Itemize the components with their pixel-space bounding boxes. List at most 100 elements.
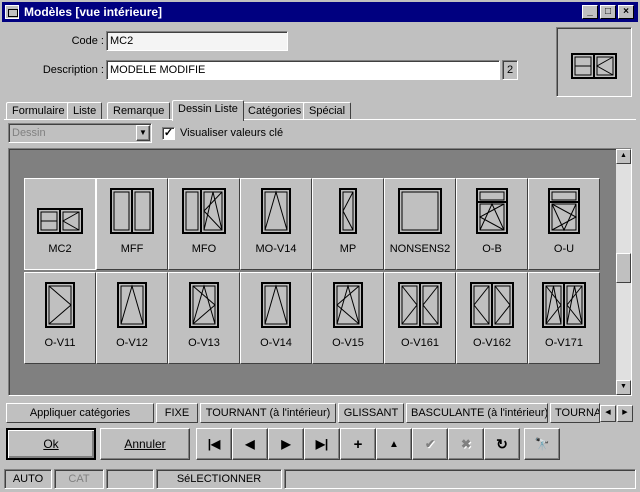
model-cell-o-b[interactable]: O-B — [456, 178, 528, 270]
scroll-down-button[interactable]: ▼ — [616, 380, 631, 395]
model-name: O-V161 — [401, 337, 439, 349]
show-key-values-checkbox[interactable]: ✓ — [162, 127, 175, 140]
delete-button[interactable]: ✖ — [448, 428, 484, 460]
category-scroll-left[interactable]: ◀ — [600, 405, 616, 422]
last-record-button[interactable]: ▶| — [304, 428, 340, 460]
tilt-turn-alt-icon — [333, 282, 363, 328]
tab-special[interactable]: Spécial — [303, 102, 352, 120]
category-basculante-interieur[interactable]: BASCULANTE (à l'intérieur) — [406, 403, 548, 423]
model-cell-o-v161[interactable]: O-V161 — [384, 272, 456, 364]
edit-record-button[interactable]: ▲ — [376, 428, 412, 460]
first-icon: |◀ — [207, 437, 221, 451]
plus-icon: + — [353, 435, 363, 453]
description-label: Description : — [42, 64, 104, 76]
tilt-single-icon — [261, 188, 291, 234]
mc2-combo-icon — [37, 208, 83, 234]
cancel-label: Annuler — [124, 437, 166, 451]
confirm-button[interactable]: ✔ — [412, 428, 448, 460]
model-name: O-V15 — [332, 337, 364, 349]
double-fixed-icon — [110, 188, 154, 234]
add-record-button[interactable]: + — [340, 428, 376, 460]
view-select-value: Dessin — [12, 127, 46, 139]
tab-remarque[interactable]: Remarque — [107, 102, 171, 120]
preview-window-icon — [571, 53, 617, 79]
status-mode: AUTO — [4, 469, 52, 489]
model-cell-o-v162[interactable]: O-V162 — [456, 272, 528, 364]
model-cell-mff[interactable]: MFF — [96, 178, 168, 270]
category-fixe[interactable]: FIXE — [156, 403, 198, 423]
tilt-up-icon — [117, 282, 147, 328]
swing-left-icon — [45, 282, 75, 328]
maximize-button[interactable]: □ — [600, 5, 616, 19]
double-swing-icon — [398, 282, 442, 328]
model-cell-o-v14[interactable]: O-V14 — [240, 272, 312, 364]
plain-fixed-icon — [398, 188, 442, 234]
model-cell-nonsens2[interactable]: NONSENS2 — [384, 178, 456, 270]
find-button[interactable]: 🔭 — [524, 428, 560, 460]
close-button[interactable]: × — [618, 5, 634, 19]
first-record-button[interactable]: |◀ — [196, 428, 232, 460]
double-tilt-turn-icon — [542, 282, 586, 328]
model-name: O-V14 — [260, 337, 292, 349]
models-window: Modèles [vue intérieure] _ □ × Code : MC… — [0, 0, 640, 492]
code-label: Code : — [71, 35, 104, 47]
scroll-up-button[interactable]: ▲ — [616, 149, 631, 164]
binoculars-icon: 🔭 — [534, 437, 550, 451]
refresh-icon: ↻ — [496, 435, 508, 452]
category-scroll-right[interactable]: ▶ — [617, 405, 633, 422]
double-swing-alt-icon — [470, 282, 514, 328]
fixed-plus-opening-icon — [182, 188, 226, 234]
last-icon: ▶| — [315, 437, 329, 451]
model-cell-mp[interactable]: MP — [312, 178, 384, 270]
show-key-values-label: Visualiser valeurs clé — [180, 127, 284, 139]
model-name: O-V171 — [545, 337, 583, 349]
code-field[interactable]: MC2 — [106, 31, 288, 51]
model-name: MFF — [120, 243, 144, 255]
bottom-hung-transom-icon — [476, 188, 508, 234]
title-bar[interactable]: Modèles [vue intérieure] _ □ × — [2, 2, 638, 22]
tilt-single-icon — [261, 282, 291, 328]
model-cell-o-v11[interactable]: O-V11 — [24, 272, 96, 364]
model-cell-o-v12[interactable]: O-V12 — [96, 272, 168, 364]
tab-dessin-liste[interactable]: Dessin Liste — [172, 100, 244, 121]
tilt-turn-icon — [189, 282, 219, 328]
ok-button[interactable]: Ok — [6, 428, 96, 460]
app-icon[interactable] — [5, 5, 19, 19]
category-tournant[interactable]: TOURNANT — [550, 403, 600, 423]
model-preview — [556, 27, 632, 97]
up-triangle-icon: ▲ — [389, 438, 399, 450]
cross-icon: ✖ — [460, 437, 472, 451]
model-cell-o-v13[interactable]: O-V13 — [168, 272, 240, 364]
tab-liste[interactable]: Liste — [67, 102, 103, 120]
next-record-button[interactable]: ▶ — [268, 428, 304, 460]
tab-formulaire[interactable]: Formulaire — [6, 102, 71, 120]
tab-categories[interactable]: Catégories — [242, 102, 308, 120]
model-name: MO-V14 — [255, 243, 297, 255]
grid-scrollbar[interactable]: ▲ ▼ — [616, 149, 631, 395]
category-tournant-interieur[interactable]: TOURNANT (à l'intérieur) — [200, 403, 336, 423]
chevron-down-icon[interactable]: ▼ — [136, 125, 150, 141]
window-title: Modèles [vue intérieure] — [24, 5, 163, 19]
category-glissant[interactable]: GLISSANT — [338, 403, 404, 423]
model-cell-mfo[interactable]: MFO — [168, 178, 240, 270]
model-cell-o-v15[interactable]: O-V15 — [312, 272, 384, 364]
narrow-swing-icon — [339, 188, 357, 234]
status-empty — [106, 469, 154, 489]
cancel-button[interactable]: Annuler — [100, 428, 190, 460]
model-name: MC2 — [48, 243, 72, 255]
model-cell-mc2[interactable]: MC2 — [24, 178, 96, 270]
next-icon: ▶ — [281, 437, 291, 451]
check-icon: ✔ — [424, 437, 436, 451]
model-name: MP — [339, 243, 357, 255]
description-field[interactable]: MODELE MODIFIE — [106, 60, 500, 80]
model-cell-o-u[interactable]: O-U — [528, 178, 600, 270]
model-name: O-V11 — [44, 337, 76, 349]
scroll-thumb[interactable] — [616, 253, 631, 283]
model-cell-o-v171[interactable]: O-V171 — [528, 272, 600, 364]
model-cell-mo-v14[interactable]: MO-V14 — [240, 178, 312, 270]
view-select[interactable]: Dessin ▼ — [8, 123, 152, 143]
previous-record-button[interactable]: ◀ — [232, 428, 268, 460]
refresh-button[interactable]: ↻ — [484, 428, 520, 460]
minimize-button[interactable]: _ — [582, 5, 598, 19]
apply-categories-button[interactable]: Appliquer catégories — [6, 403, 154, 423]
